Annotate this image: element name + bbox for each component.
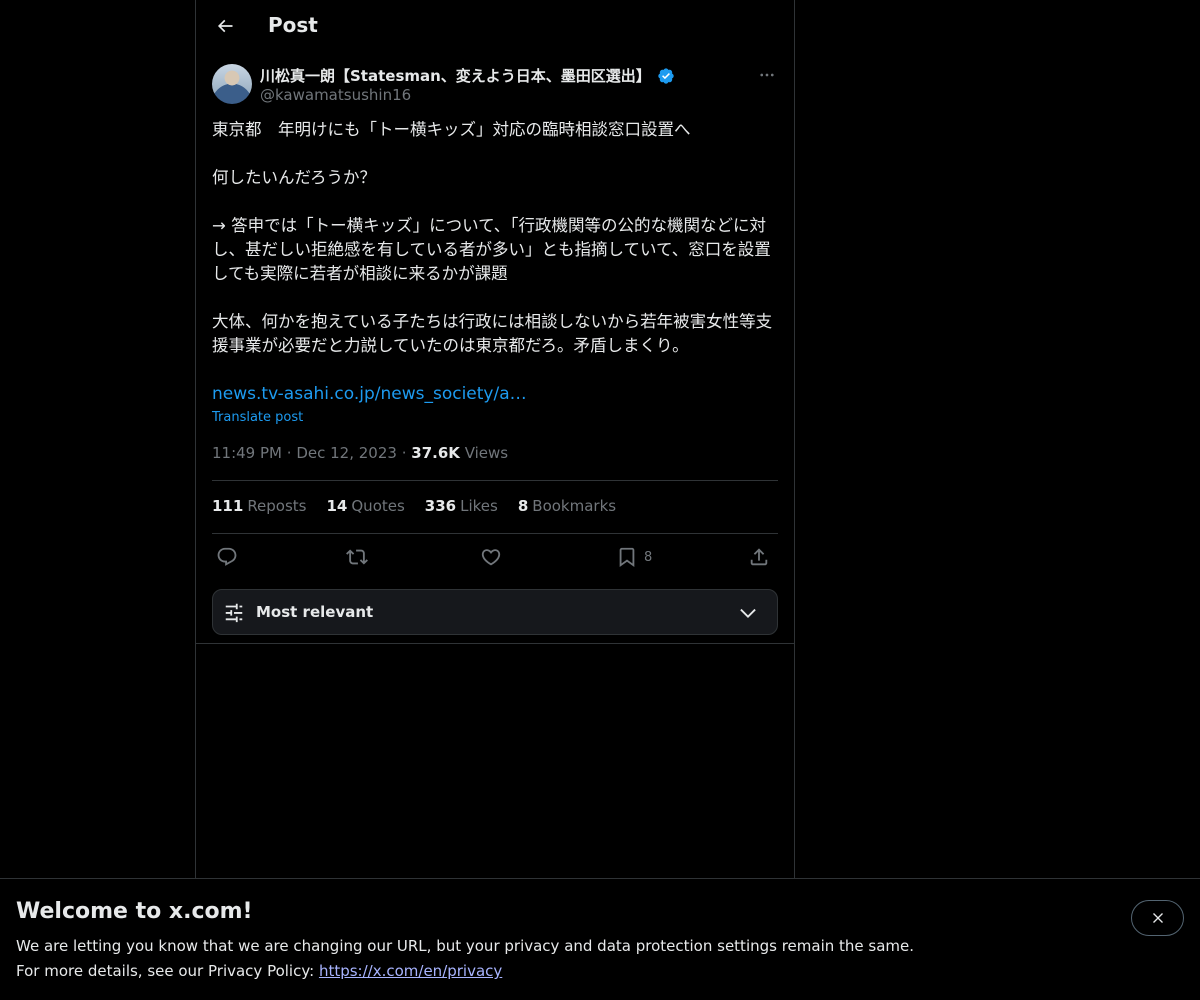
likes-label: Likes	[460, 497, 498, 515]
verified-badge-icon	[658, 67, 674, 84]
tweet-meta: 11:49 PM · Dec 12, 2023 · 37.6K Views	[212, 444, 508, 462]
reply-sort-dropdown[interactable]: Most relevant	[212, 589, 778, 635]
views-count: 37.6K	[411, 444, 460, 462]
heart-icon	[481, 549, 501, 566]
back-button[interactable]	[208, 9, 242, 43]
likes-count: 336	[424, 497, 457, 515]
tweet-link[interactable]: news.tv-asahi.co.jp/news_society/a…	[212, 384, 527, 404]
bookmark-icon	[619, 547, 635, 568]
translate-post-link[interactable]: Translate post	[212, 410, 303, 425]
meta-separator: ·	[401, 444, 407, 462]
repost-icon	[346, 549, 368, 565]
bookmarks-stat[interactable]: 8 Bookmarks	[518, 497, 616, 515]
quotes-count: 14	[326, 497, 348, 515]
quotes-stat[interactable]: 14 Quotes	[327, 497, 405, 515]
author-handle[interactable]: @kawamatsushin16	[260, 86, 411, 104]
avatar[interactable]	[212, 64, 252, 104]
sort-label: Most relevant	[256, 603, 374, 621]
banner-privacy-line: For more details, see our Privacy Policy…	[16, 962, 502, 980]
divider	[212, 533, 778, 534]
repost-button[interactable]	[346, 544, 368, 570]
bookmarks-count: 8	[517, 497, 529, 515]
share-button[interactable]	[748, 544, 770, 570]
banner-privacy-prefix: For more details, see our Privacy Policy…	[16, 962, 319, 980]
share-icon	[750, 548, 768, 566]
author-name-row[interactable]: 川松真一朗【Statesman、変えよう日本、墨田区選出】	[260, 65, 675, 86]
author-row: 川松真一朗【Statesman、変えよう日本、墨田区選出】 @kawamatsu…	[212, 64, 778, 108]
engagement-stats: 111 Reposts 14 Quotes 336 Likes 8 Bookmarks	[212, 497, 616, 515]
arrow-left-icon	[217, 19, 233, 33]
tweet-date[interactable]: Dec 12, 2023	[296, 444, 397, 462]
close-icon	[1152, 913, 1163, 923]
tweet-paragraph: → 答申では「トー横キッズ」について、「行政機関等の公的な機関などに対し、甚だし…	[212, 216, 771, 283]
reposts-label: Reposts	[247, 497, 307, 515]
tweet-paragraph: 何したいんだろうか？	[212, 168, 377, 187]
views-label: Views	[464, 444, 509, 462]
tweet-text: 東京都 年明けにも「トー横キッズ」対応の臨時相談窓口設置へ 何したいんだろうか？…	[212, 118, 782, 406]
reply-icon	[217, 547, 237, 566]
divider	[196, 643, 794, 644]
sliders-icon	[225, 603, 243, 623]
more-options-button[interactable]	[756, 64, 778, 86]
banner-message: We are letting you know that we are chan…	[16, 937, 915, 955]
quotes-label: Quotes	[351, 497, 405, 515]
main-column: Post 川松真一朗【Statesman、変えよう日本、墨田区選出】 @kawa…	[195, 0, 795, 1000]
post-header: Post	[196, 0, 794, 53]
privacy-policy-link[interactable]: https://x.com/en/privacy	[319, 962, 502, 980]
likes-stat[interactable]: 336 Likes	[425, 497, 498, 515]
meta-separator: ·	[286, 444, 292, 462]
divider	[212, 480, 778, 481]
close-banner-button[interactable]	[1131, 900, 1184, 936]
reposts-count: 111	[212, 497, 244, 515]
tweet-paragraph: 大体、何かを抱えている子たちは行政には相談しないから若年被害女性等支援事業が必要…	[212, 312, 773, 355]
reply-button[interactable]	[216, 544, 238, 570]
like-button[interactable]	[480, 544, 502, 570]
bookmarks-label: Bookmarks	[532, 497, 617, 515]
banner-title: Welcome to x.com!	[16, 899, 253, 924]
chevron-down-icon	[740, 608, 756, 618]
bookmark-button[interactable]: 8	[616, 544, 652, 570]
tweet-paragraph: 東京都 年明けにも「トー横キッズ」対応の臨時相談窓口設置へ	[212, 120, 691, 139]
welcome-banner: Welcome to x.com! We are letting you kno…	[0, 878, 1200, 1000]
more-horizontal-icon	[760, 73, 774, 77]
author-name[interactable]: 川松真一朗【Statesman、変えよう日本、墨田区選出】	[260, 65, 651, 86]
tweet-time[interactable]: 11:49 PM	[212, 444, 282, 462]
page-title: Post	[268, 13, 318, 37]
bookmark-count: 8	[644, 549, 653, 565]
reposts-stat[interactable]: 111 Reposts	[212, 497, 307, 515]
action-bar: 8	[212, 544, 778, 570]
